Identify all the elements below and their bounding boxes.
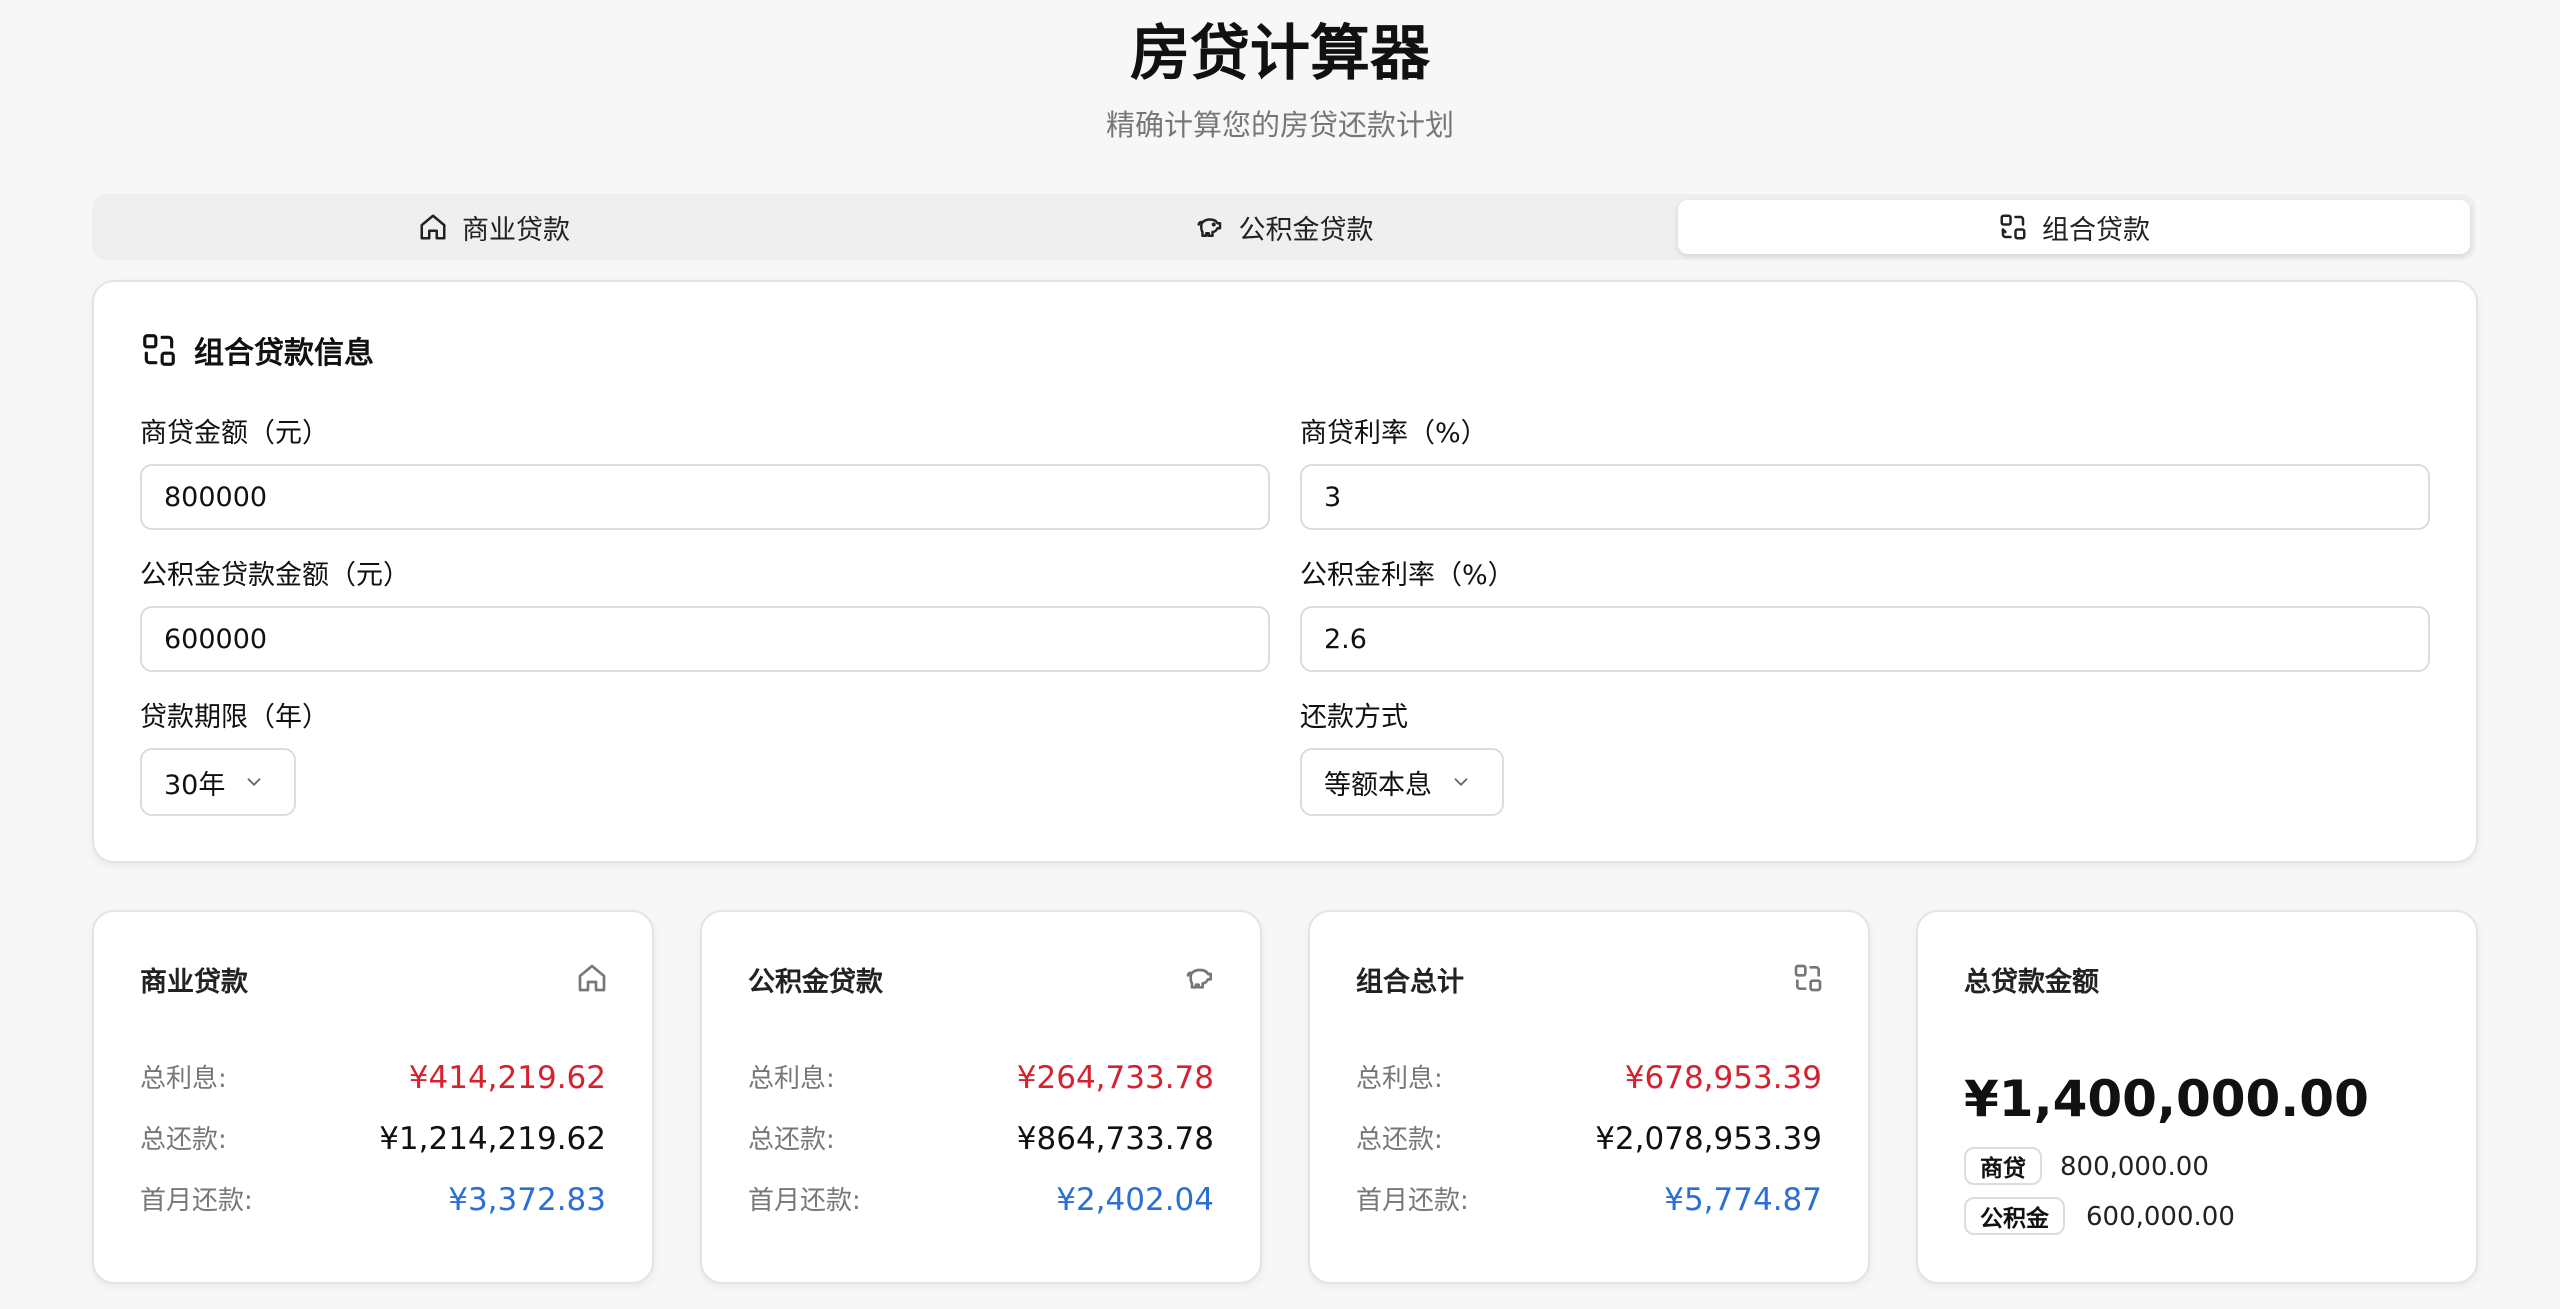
fund-result-card: 公积金贷款 总利息: ¥264,733.78 总还款: ¥864,733.78 … <box>700 910 1262 1284</box>
total-loan-card: 总贷款金额 ¥1,400,000.00 商贷 800,000.00 公积金 60… <box>1916 910 2478 1284</box>
stat-title: 商业贷款 <box>140 967 248 998</box>
combine-icon <box>1794 964 1822 992</box>
tab-combined-loan[interactable]: 组合贷款 <box>1678 200 2470 254</box>
first-payment-label: 首月还款: <box>748 1186 861 1216</box>
input-value: 2.6 <box>1324 623 1367 655</box>
combine-icon <box>143 334 175 366</box>
piggy-bank-icon <box>1197 218 1221 237</box>
total-label: 总还款: <box>748 1125 835 1155</box>
total-label: 总还款: <box>1356 1125 1443 1155</box>
chevron-down-icon <box>1454 778 1468 787</box>
tab-fund-loan[interactable]: 公积金贷款 <box>888 200 1680 254</box>
stat-title: 公积金贷款 <box>748 967 883 998</box>
first-payment-label: 首月还款: <box>140 1186 253 1216</box>
first-payment-value: ¥3,372.83 <box>448 1182 606 1218</box>
fund-badge: 公积金 <box>1964 1197 2065 1235</box>
home-icon <box>420 214 446 240</box>
loan-type-tabs: 商业贷款 公积金贷款 组合贷款 <box>92 194 2476 260</box>
page-title: 房贷计算器 <box>1130 19 1430 89</box>
page-subtitle: 精确计算您的房贷还款计划 <box>1105 108 1454 142</box>
input-value: 600000 <box>164 623 268 655</box>
interest-label: 总利息: <box>748 1064 835 1094</box>
fund-rate-input[interactable]: 2.6 <box>1300 606 2430 672</box>
input-value: 800000 <box>164 481 268 513</box>
tab-label: 公积金贷款 <box>1238 214 1374 246</box>
fund-amount-label: 公积金贷款金额（元） <box>140 560 410 591</box>
total-value: ¥2,078,953.39 <box>1595 1121 1822 1157</box>
method-select[interactable]: 等额本息 <box>1300 748 1504 816</box>
total-label: 总还款: <box>140 1125 227 1155</box>
stat-title: 总贷款金额 <box>1964 967 2099 998</box>
loan-info-card: 组合贷款信息 商贷金额（元） 800000 商贷利率（%） 3 公积金贷款金额（… <box>92 280 2478 863</box>
commercial-rate-label: 商贷利率（%） <box>1300 418 1488 449</box>
input-value: 3 <box>1324 481 1342 513</box>
commercial-badge: 商贷 <box>1964 1147 2042 1185</box>
method-label: 还款方式 <box>1300 702 1408 733</box>
interest-value: ¥264,733.78 <box>1016 1060 1214 1096</box>
fund-amount-input[interactable]: 600000 <box>140 606 1270 672</box>
first-payment-value: ¥2,402.04 <box>1056 1182 1214 1218</box>
card-title-text: 组合贷款信息 <box>194 336 374 371</box>
fund-badge-value: 600,000.00 <box>2086 1202 2235 1232</box>
total-loan-amount: ¥1,400,000.00 <box>1964 1070 2369 1128</box>
term-label: 贷款期限（年） <box>140 702 329 733</box>
interest-label: 总利息: <box>1356 1064 1443 1094</box>
first-payment-label: 首月还款: <box>1356 1186 1469 1216</box>
tab-commercial-loan[interactable]: 商业贷款 <box>98 200 890 254</box>
commercial-rate-input[interactable]: 3 <box>1300 464 2430 530</box>
commercial-amount-label: 商贷金额（元） <box>140 418 329 449</box>
card-title: 组合贷款信息 <box>140 328 374 372</box>
select-value: 等额本息 <box>1324 769 1432 801</box>
stat-title: 组合总计 <box>1356 967 1464 998</box>
fund-rate-label: 公积金利率（%） <box>1300 560 1515 591</box>
first-payment-value: ¥5,774.87 <box>1664 1182 1822 1218</box>
total-value: ¥1,214,219.62 <box>379 1121 606 1157</box>
commercial-amount-input[interactable]: 800000 <box>140 464 1270 530</box>
tab-label: 组合贷款 <box>2042 214 2150 246</box>
select-value: 30年 <box>164 769 226 801</box>
combine-icon <box>2000 214 2026 240</box>
tab-label: 商业贷款 <box>462 214 570 246</box>
chevron-down-icon <box>247 778 261 787</box>
interest-label: 总利息: <box>140 1064 227 1094</box>
interest-value: ¥414,219.62 <box>408 1060 606 1096</box>
commercial-badge-value: 800,000.00 <box>2060 1152 2209 1182</box>
total-value: ¥864,733.78 <box>1016 1121 1214 1157</box>
piggy-bank-icon <box>1186 968 1212 989</box>
commercial-result-card: 商业贷款 总利息: ¥414,219.62 总还款: ¥1,214,219.62… <box>92 910 654 1284</box>
term-select[interactable]: 30年 <box>140 748 296 816</box>
home-icon <box>578 964 606 992</box>
interest-value: ¥678,953.39 <box>1624 1060 1822 1096</box>
combined-result-card: 组合总计 总利息: ¥678,953.39 总还款: ¥2,078,953.39… <box>1308 910 1870 1284</box>
